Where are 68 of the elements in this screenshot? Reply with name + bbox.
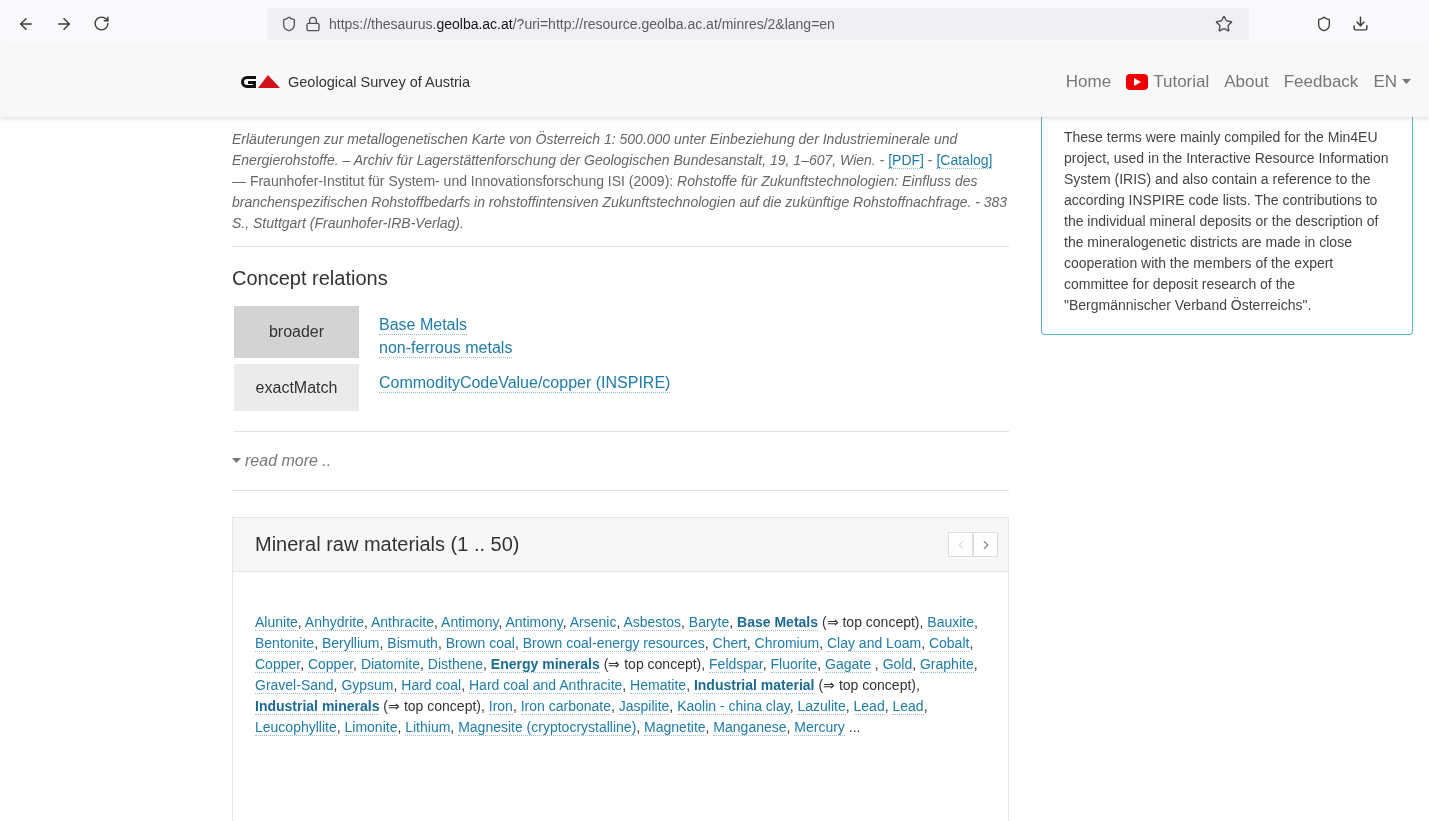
concept-link[interactable]: Gagate	[825, 656, 871, 673]
concept-link[interactable]: Mercury	[794, 719, 845, 736]
concept-link[interactable]: Gypsum	[341, 677, 394, 694]
concept-link[interactable]: Brown coal	[445, 635, 515, 652]
top-concept-link[interactable]: Industrial minerals	[255, 698, 380, 715]
concept-link[interactable]: Bentonite	[255, 635, 315, 652]
top-concept-link[interactable]: Base Metals	[737, 614, 818, 631]
concept-link[interactable]: Graphite	[920, 656, 974, 673]
concept-link[interactable]: Anhydrite	[304, 614, 364, 631]
relation-label: exactMatch	[234, 364, 359, 411]
read-more-toggle[interactable]: read more ..	[232, 432, 1009, 491]
section-title: Concept relations	[232, 267, 389, 290]
concept-link[interactable]: Copper	[307, 656, 354, 673]
reference-text: — Fraunhofer-Institut für System- und Innovationsforschung ISI (2009): Rohstoffe für Zukunftstechnologien: Einfluss des branchenspezifischen Rohstoffbedarfs in rohstoffintensiven Zukunftstechnologien auf die zukünftige Rohstoffnachfrage. - 383 S., Stuttgart (Fraunhofer-IRB-Verlag).	[232, 172, 1009, 233]
nav-link[interactable]: Tutorial	[1126, 72, 1210, 92]
concept-link[interactable]: Lazulite	[797, 698, 846, 715]
top-concept-link[interactable]: Industrial material	[693, 677, 815, 694]
concept-link[interactable]: Beryllium	[321, 635, 380, 652]
concept-link[interactable]: Fluorite	[770, 656, 818, 673]
concept-link[interactable]: Antimony	[505, 614, 563, 631]
concept-link[interactable]: Hard coal and Anthracite	[469, 677, 623, 694]
concept-link[interactable]: Bismuth	[387, 635, 438, 652]
concept-link[interactable]: Copper	[255, 656, 301, 673]
lock-icon	[305, 15, 321, 32]
card-title: Mineral raw materials (1 .. 50)	[255, 533, 520, 556]
concept-link[interactable]: Manganese	[713, 719, 787, 736]
concept-link[interactable]: Alunite	[255, 614, 298, 631]
nav-link[interactable]: Feedback	[1283, 72, 1359, 92]
nav-link[interactable]: Home	[1065, 72, 1112, 92]
concept-link[interactable]: Iron	[488, 698, 513, 715]
concept-link[interactable]: non-ferrous metals	[379, 339, 513, 358]
concept-link[interactable]: Lead	[853, 698, 885, 715]
download-icon	[1352, 15, 1369, 32]
concept-link[interactable]: CommodityCodeValue/copper (INSPIRE)	[379, 374, 671, 393]
concept-link[interactable]: Chert	[712, 635, 747, 652]
top-concept-link[interactable]: Energy minerals	[490, 656, 600, 673]
concept-link[interactable]: Hematite	[630, 677, 687, 694]
bookmark-star-icon[interactable]	[1215, 14, 1233, 33]
concept-link[interactable]: Feldspar	[709, 656, 763, 673]
caret-icon	[232, 458, 241, 464]
reload-icon	[93, 15, 110, 32]
concept-link[interactable]: Base Metals	[379, 316, 468, 335]
video-play-icon	[1126, 74, 1149, 90]
reference-link[interactable]: [Catalog]	[936, 152, 993, 169]
caret-icon	[1402, 79, 1411, 85]
concept-link[interactable]: Lead	[892, 698, 924, 715]
concept-link[interactable]: Jaspilite	[618, 698, 670, 715]
concept-link[interactable]: Iron carbonate	[520, 698, 611, 715]
nav-link[interactable]: About	[1224, 72, 1269, 92]
mineral-list: Alunite, Anhydrite, Anthracite, Antimony, Antimony, Arsenic, Asbestos, Baryte, Base Metals (⇒ top concept), Bauxite, Bentonite, Beryllium, Bismuth, Brown coal, Brown coal-energy resources, Chert, Chromium, Clay and Loam, Cobalt, Copper, Copper, Diatomite, Disthene, Energy minerals (⇒ top concept), Feldspar, Fluorite, Gagate , Gold, Graphite, Gravel-Sand, Gypsum, Hard coal, Hard coal and Anthracite, Hematite, Industrial material (⇒ top concept), Industrial minerals (⇒ top concept), Iron, Iron carbonate, Jaspilite, Kaolin - china clay, Lazulite, Lead, Lead, Leucophyllite, Limonite, Lithium, Magnesite (cryptocrystalline), Magnetite, Manganese, Mercury ...	[233, 572, 1008, 738]
concept-link[interactable]: Bauxite	[927, 614, 974, 631]
site-brand-link[interactable]: Geological Survey of Austria	[238, 72, 471, 92]
relation-label: broader	[234, 306, 359, 358]
reference-text: Erläuterungen zur metallogenetischen Karte von Österreich 1: 500.000 unter Einbeziehung der Industrieminerale und Energierohstoffe. – Archiv für Lagerstättenforschung der Geologischen Bundesanstalt, 19, 1–607, Wien. - [PDF] - [Catalog]	[232, 130, 994, 171]
concept-link[interactable]: Magnetite	[644, 719, 706, 736]
concept-link[interactable]: Kaolin - china clay	[677, 698, 790, 715]
concept-link[interactable]: Gravel-Sand	[255, 677, 334, 694]
info-box: These terms were mainly compiled for the Min4EU project, used in the Interactive Resource Information System (IRIS) and also contain a reference to the according INSPIRE code lists. The contributions to the individual mineral deposits or the description of the mineralogenetic districts are made in close cooperation with the members of the expert committee for deposit research of the "Bergmännischer Verband Österreichs".	[1041, 117, 1413, 335]
shield-icon	[281, 15, 297, 32]
concept-link[interactable]: Brown coal-energy resources	[522, 635, 705, 652]
concept-link[interactable]: Anthracite	[371, 614, 435, 631]
concept-link[interactable]: Leucophyllite	[255, 719, 337, 736]
reference-link[interactable]: [PDF]	[888, 152, 924, 169]
address-bar[interactable]: https://thesaurus.geolba.ac.at/?uri=http://resource.geolba.ac.at/minres/2&lang=en	[267, 7, 1249, 40]
concept-link[interactable]: Baryte	[688, 614, 730, 631]
concept-link[interactable]: Disthene	[427, 656, 484, 673]
language-dropdown[interactable]: EN	[1373, 72, 1411, 92]
concept-link[interactable]: Diatomite	[360, 656, 420, 673]
